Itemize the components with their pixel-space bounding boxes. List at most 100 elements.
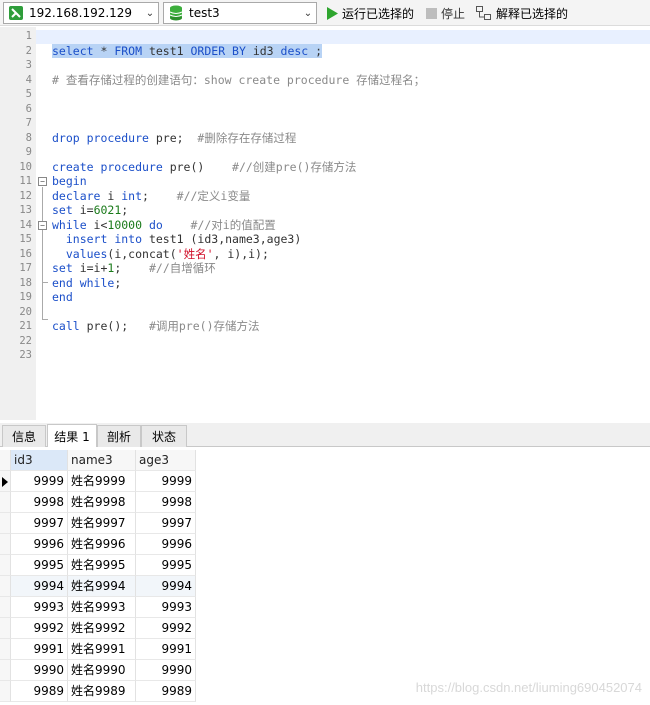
table-row[interactable]: 9998 姓名9998 9998 — [0, 492, 196, 513]
table-cell-id3[interactable]: 9996 — [11, 534, 68, 555]
code-token: set — [52, 203, 73, 217]
grid-header: id3 name3 age3 — [0, 450, 196, 471]
row-selector[interactable] — [0, 555, 11, 576]
table-cell-id3[interactable]: 9997 — [11, 513, 68, 534]
table-cell-id3[interactable]: 9998 — [11, 492, 68, 513]
table-row[interactable]: 9996 姓名9996 9996 — [0, 534, 196, 555]
code-line: call pre(); #调用pre()存储方法 — [52, 319, 260, 334]
line-number: 9 — [25, 146, 32, 158]
row-selector[interactable] — [0, 471, 11, 492]
line-number: 21 — [19, 320, 32, 332]
code-line: # 查看存储过程的创建语句：show create procedure 存储过程… — [52, 73, 425, 88]
explain-icon — [476, 6, 492, 20]
sql-editor[interactable]: 1 2 select * FROM test1 ORDER BY id3 desc … — [0, 27, 650, 420]
table-row[interactable]: 9990 姓名9990 9990 — [0, 660, 196, 681]
code-token: do — [148, 217, 163, 232]
tab-profile[interactable]: 剖析 — [97, 425, 141, 447]
table-row[interactable]: 9997 姓名9997 9997 — [0, 513, 196, 534]
code-token: end while — [52, 275, 115, 290]
line-number: 8 — [25, 131, 32, 144]
tab-result-1[interactable]: 结果 1 — [47, 424, 97, 447]
table-cell-id3[interactable]: 9991 — [11, 639, 68, 660]
column-header-age3[interactable]: age3 — [136, 450, 196, 471]
stop-button[interactable]: 停止 — [426, 4, 465, 22]
table-cell-age3[interactable]: 9992 — [136, 618, 196, 639]
table-cell-age3[interactable]: 9995 — [136, 555, 196, 576]
table-row[interactable]: 9992 姓名9992 9992 — [0, 618, 196, 639]
table-cell-age3[interactable]: 9996 — [136, 534, 196, 555]
explain-selected-button[interactable]: 解释已选择的 — [476, 4, 568, 22]
table-cell-name3[interactable]: 姓名9993 — [68, 597, 136, 618]
code-token: 6021 — [93, 203, 122, 217]
table-cell-age3[interactable]: 9999 — [136, 471, 196, 492]
table-cell-name3[interactable]: 姓名9989 — [68, 681, 136, 702]
table-cell-id3[interactable]: 9994 — [11, 576, 68, 597]
row-selector[interactable] — [0, 618, 11, 639]
table-cell-age3[interactable]: 9993 — [136, 597, 196, 618]
row-selector[interactable] — [0, 492, 11, 513]
column-header-name3[interactable]: name3 — [68, 450, 136, 471]
table-cell-id3[interactable]: 9993 — [11, 597, 68, 618]
line-number: 23 — [19, 349, 32, 361]
table-row[interactable]: 9999 姓名9999 9999 — [0, 471, 196, 492]
code-line: while i<10000 do #//对i的值配置 — [52, 218, 276, 233]
table-cell-age3[interactable]: 9997 — [136, 513, 196, 534]
row-selector[interactable] — [0, 513, 11, 534]
table-cell-name3[interactable]: 姓名9992 — [68, 618, 136, 639]
code-token: #//创建pre()存储方法 — [232, 159, 357, 174]
row-selector[interactable] — [0, 639, 11, 660]
row-selector[interactable] — [0, 576, 11, 597]
table-cell-age3[interactable]: 9994 — [136, 576, 196, 597]
fold-guide — [42, 187, 43, 319]
tab-status[interactable]: 状态 — [141, 425, 187, 447]
table-cell-name3[interactable]: 姓名9998 — [68, 492, 136, 513]
chevron-down-icon[interactable]: ⌄ — [300, 3, 316, 23]
table-cell-id3[interactable]: 9989 — [11, 681, 68, 702]
result-grid[interactable]: id3 name3 age3 9999 姓名9999 9999 9998 姓名9998 9… — [0, 448, 650, 705]
run-selected-button[interactable]: 运行已选择的 — [326, 4, 414, 22]
table-row[interactable]: 9991 姓名9991 9991 — [0, 639, 196, 660]
database-select[interactable]: test3 ⌄ — [163, 2, 317, 24]
line-number: 12 — [19, 189, 32, 202]
table-cell-name3[interactable]: 姓名9996 — [68, 534, 136, 555]
table-cell-id3[interactable]: 9999 — [11, 471, 68, 492]
column-header-id3[interactable]: id3 — [11, 450, 68, 471]
table-cell-age3[interactable]: 9998 — [136, 492, 196, 513]
table-cell-name3[interactable]: 姓名9994 — [68, 576, 136, 597]
line-number: 15 — [19, 233, 32, 245]
table-cell-name3[interactable]: 姓名9991 — [68, 639, 136, 660]
chevron-down-icon[interactable]: ⌄ — [142, 3, 158, 23]
table-row[interactable]: 9989 姓名9989 9989 — [0, 681, 196, 702]
code-token: #调用pre()存储方法 — [148, 319, 260, 333]
table-row[interactable]: 9995 姓名9995 9995 — [0, 555, 196, 576]
table-row[interactable]: 9994 姓名9994 9994 — [0, 576, 196, 597]
table-cell-name3[interactable]: 姓名9990 — [68, 660, 136, 681]
code-token: test1 — [142, 43, 191, 58]
table-cell-age3[interactable]: 9989 — [136, 681, 196, 702]
table-cell-name3[interactable]: 姓名9997 — [68, 513, 136, 534]
table-cell-age3[interactable]: 9991 — [136, 639, 196, 660]
code-line: set i=6021; — [52, 203, 128, 218]
table-cell-id3[interactable]: 9990 — [11, 660, 68, 681]
code-line: insert into test1 (id3,name3,age3) — [52, 232, 301, 247]
table-cell-id3[interactable]: 9995 — [11, 555, 68, 576]
line-number: 19 — [19, 291, 32, 303]
line-number: 4 — [25, 73, 32, 86]
connection-select[interactable]: 192.168.192.129 ⌄ — [3, 2, 159, 24]
table-cell-age3[interactable]: 9990 — [136, 660, 196, 681]
code-token: #//自增循环 — [148, 261, 216, 275]
fold-toggle-while[interactable]: − — [38, 221, 47, 230]
table-cell-name3[interactable]: 姓名9999 — [68, 471, 136, 492]
row-selector[interactable] — [0, 534, 11, 555]
code-token: i — [100, 188, 122, 203]
row-selector[interactable] — [0, 660, 11, 681]
table-row[interactable]: 9993 姓名9993 9993 — [0, 597, 196, 618]
table-cell-name3[interactable]: 姓名9995 — [68, 555, 136, 576]
fold-toggle-begin[interactable]: − — [38, 177, 47, 186]
table-cell-id3[interactable]: 9992 — [11, 618, 68, 639]
tab-info[interactable]: 信息 — [2, 425, 46, 447]
code-line: end while; — [52, 276, 121, 291]
row-selector[interactable] — [0, 681, 11, 702]
row-selector[interactable] — [0, 597, 11, 618]
